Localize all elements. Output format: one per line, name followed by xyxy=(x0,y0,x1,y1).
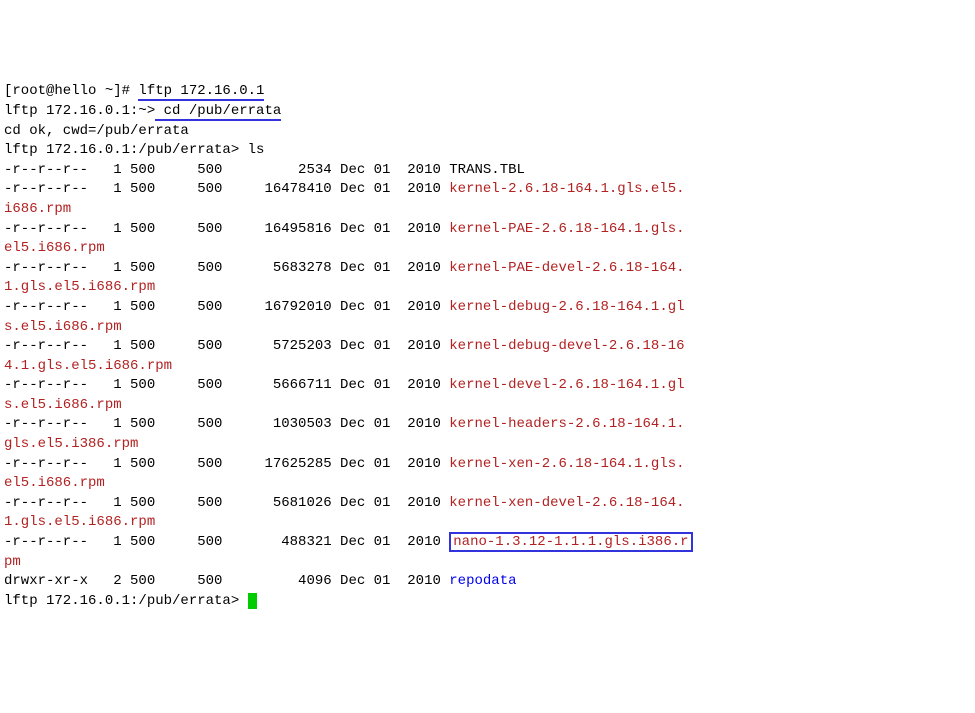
file-name-wrap: 4.1.gls.el5.i686.rpm xyxy=(4,357,971,377)
lftp-prompt-active[interactable]: lftp 172.16.0.1:/pub/errata> xyxy=(4,592,971,612)
file-name: TRANS.TBL xyxy=(449,162,525,178)
file-name-highlighted: nano-1.3.12-1.1.1.gls.i386.r xyxy=(449,532,692,552)
cd-result: cd ok, cwd=/pub/errata xyxy=(4,122,971,142)
file-name-wrap: s.el5.i686.rpm xyxy=(4,318,971,338)
file-name-wrap: el5.i686.rpm xyxy=(4,474,971,494)
file-row: -r--r--r-- 1 500 500 2534 Dec 01 2010 TR… xyxy=(4,161,971,181)
file-row: -r--r--r-- 1 500 500 5666711 Dec 01 2010… xyxy=(4,376,971,396)
shell-prompt: [root@hello ~]# lftp 172.16.0.1 xyxy=(4,82,971,102)
lftp-prompt: lftp 172.16.0.1:~> cd /pub/errata xyxy=(4,102,971,122)
file-name: kernel-PAE-2.6.18-164.1.gls. xyxy=(449,221,684,237)
file-name-wrap: pm xyxy=(4,553,971,573)
file-row: drwxr-xr-x 2 500 500 4096 Dec 01 2010 re… xyxy=(4,572,971,592)
command-lftp: lftp 172.16.0.1 xyxy=(138,83,264,101)
file-row: -r--r--r-- 1 500 500 488321 Dec 01 2010 … xyxy=(4,533,971,553)
file-name-wrap: 1.gls.el5.i686.rpm xyxy=(4,278,971,298)
file-row: -r--r--r-- 1 500 500 16792010 Dec 01 201… xyxy=(4,298,971,318)
file-name: kernel-devel-2.6.18-164.1.gl xyxy=(449,377,684,393)
file-row: -r--r--r-- 1 500 500 5683278 Dec 01 2010… xyxy=(4,259,971,279)
command-cd: cd /pub/errata xyxy=(155,103,281,121)
cursor-icon xyxy=(248,593,257,609)
file-name: kernel-debug-devel-2.6.18-16 xyxy=(449,338,684,354)
file-row: -r--r--r-- 1 500 500 17625285 Dec 01 201… xyxy=(4,455,971,475)
file-name: kernel-headers-2.6.18-164.1. xyxy=(449,416,684,432)
file-name-wrap: s.el5.i686.rpm xyxy=(4,396,971,416)
file-name: kernel-xen-devel-2.6.18-164. xyxy=(449,495,684,511)
file-row: -r--r--r-- 1 500 500 5725203 Dec 01 2010… xyxy=(4,337,971,357)
file-row: -r--r--r-- 1 500 500 1030503 Dec 01 2010… xyxy=(4,415,971,435)
file-name: kernel-debug-2.6.18-164.1.gl xyxy=(449,299,684,315)
file-name: repodata xyxy=(449,573,516,589)
file-row: -r--r--r-- 1 500 500 16495816 Dec 01 201… xyxy=(4,220,971,240)
file-name-wrap: el5.i686.rpm xyxy=(4,239,971,259)
file-name: kernel-xen-2.6.18-164.1.gls. xyxy=(449,456,684,472)
file-name-wrap: i686.rpm xyxy=(4,200,971,220)
file-name: kernel-2.6.18-164.1.gls.el5. xyxy=(449,181,684,197)
ls-command: lftp 172.16.0.1:/pub/errata> ls xyxy=(4,141,971,161)
file-row: -r--r--r-- 1 500 500 16478410 Dec 01 201… xyxy=(4,180,971,200)
file-row: -r--r--r-- 1 500 500 5681026 Dec 01 2010… xyxy=(4,494,971,514)
file-name-wrap: 1.gls.el5.i686.rpm xyxy=(4,513,971,533)
file-name: kernel-PAE-devel-2.6.18-164. xyxy=(449,260,684,276)
file-name-wrap: gls.el5.i386.rpm xyxy=(4,435,971,455)
terminal-output: [root@hello ~]# lftp 172.16.0.1lftp 172.… xyxy=(4,82,971,611)
